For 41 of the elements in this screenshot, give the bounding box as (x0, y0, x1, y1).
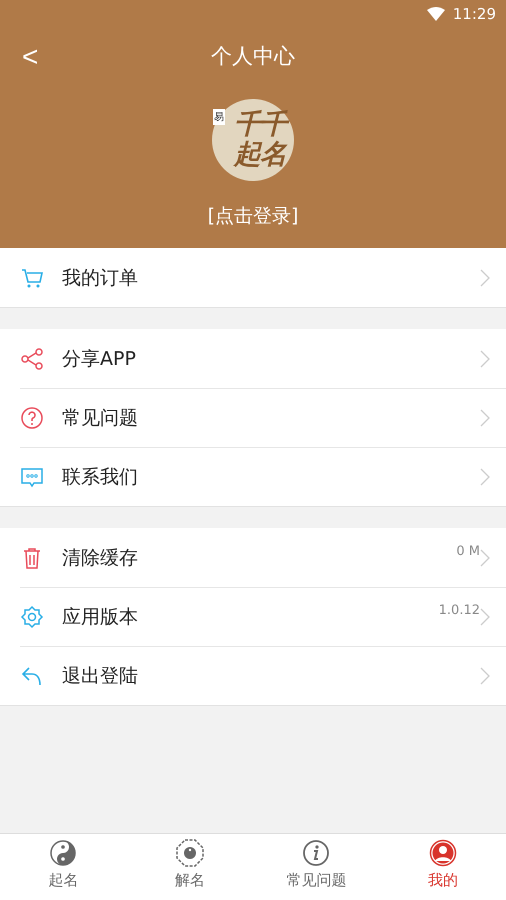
menu-label: 我的订单 (62, 266, 138, 290)
logo-tag: 易 (213, 109, 225, 125)
chevron-right-icon (480, 350, 490, 368)
tab[interactable]: 解名 (126, 834, 253, 900)
menu-item[interactable]: 我的订单 (0, 248, 506, 307)
menu-label: 联系我们 (62, 464, 138, 490)
chevron-right-icon (480, 468, 490, 486)
info-icon (302, 839, 330, 867)
back-button[interactable]: < (16, 42, 44, 72)
menu-item[interactable]: 应用版本 1.0.12 (0, 587, 506, 646)
chevron-right-icon (480, 608, 490, 626)
menu-label: 清除缓存 (62, 546, 138, 570)
chevron-right-icon (480, 268, 490, 286)
chevron-right-icon (480, 408, 490, 426)
menu-value: 0 M (456, 544, 480, 559)
menu-item[interactable]: 联系我们 (0, 447, 506, 506)
menu-item[interactable]: 清除缓存 0 M (0, 528, 506, 587)
menu-item[interactable]: 常见问题 (0, 388, 506, 447)
status-time: 11:29 (452, 5, 496, 23)
login-link[interactable]: [点击登录] (208, 203, 298, 229)
menu-item[interactable]: 退出登陆 (0, 646, 506, 705)
menu-label: 分享APP (62, 346, 136, 372)
yin-yang-icon (49, 839, 78, 867)
gear-icon (20, 604, 44, 628)
wifi-icon (426, 7, 445, 21)
menu-label: 退出登陆 (62, 664, 138, 688)
logo-text: 起名 (234, 140, 286, 170)
help-icon (20, 406, 44, 430)
menu-label: 常见问题 (62, 406, 138, 430)
share-icon (20, 346, 44, 370)
menu-item[interactable]: 分享APP (0, 329, 506, 388)
tab[interactable]: 我的 (380, 834, 506, 900)
bagua-icon (176, 839, 204, 867)
chevron-right-icon (480, 548, 490, 566)
menu-value: 1.0.12 (438, 603, 480, 618)
tab[interactable]: 常见问题 (253, 834, 380, 900)
user-icon (428, 839, 457, 867)
chevron-right-icon (480, 666, 490, 684)
page-title: 个人中心 (211, 43, 295, 70)
tab[interactable]: 起名 (0, 834, 126, 900)
menu-label: 应用版本 (62, 604, 138, 630)
